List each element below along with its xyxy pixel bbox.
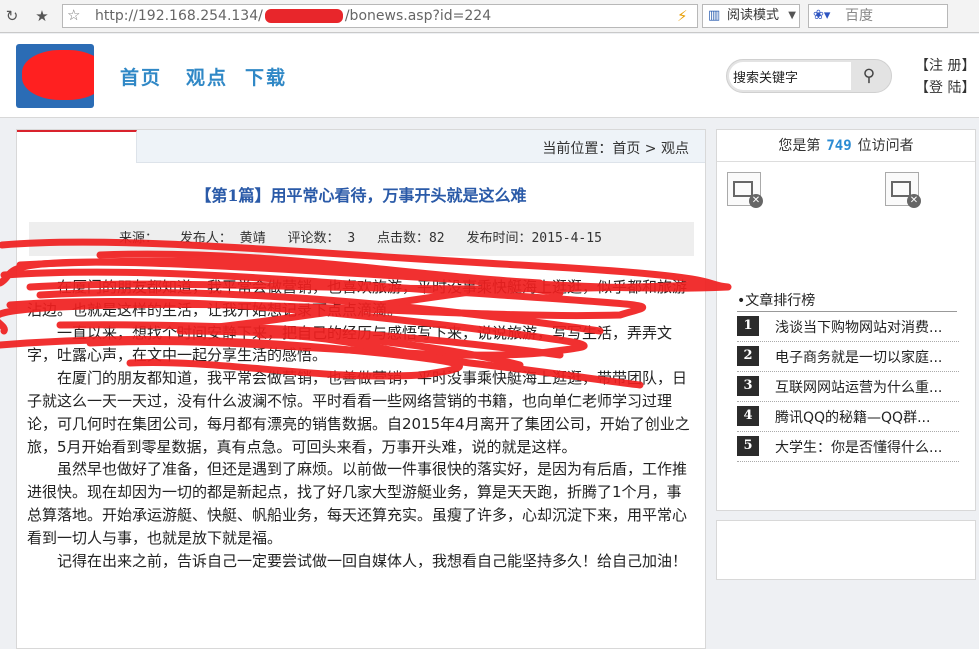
login-link[interactable]: 【登 陆】 [915,77,975,97]
meta-source: 来源： [119,231,159,246]
breadcrumb: 当前位置：首页 > 观点 [542,141,689,157]
rank-link[interactable]: 大学生：你是否懂得什么... [775,437,957,457]
site-logo[interactable] [16,44,94,108]
ranking-title: •文章排行榜 [737,293,816,309]
nav-download[interactable]: 下载 [245,63,287,90]
redaction-mark [22,50,94,100]
rank-number: 1 [737,316,759,336]
visitor-counter: 您是第 749 位访问者 [717,130,975,162]
browser-search-box[interactable]: ❀▾ 百度 [808,4,948,28]
broken-image-icon: ✕ [727,172,763,208]
address-bar[interactable]: ☆ http://192.168.254.134//bonews.asp?id=… [62,4,698,28]
rank-link[interactable]: 电子商务就是一切以家庭... [775,347,957,367]
ranking-item[interactable]: 4 腾讯QQ的秘籍—QQ群... [737,402,959,432]
register-link[interactable]: 【注 册】 [915,55,975,75]
article-meta: 来源： 发布人： 黄靖 评论数： 3 点击数：82 发布时间：2015-4-15 [29,222,694,256]
rank-link[interactable]: 互联网网站运营为什么重... [775,377,957,397]
url-text: http://192.168.254.134//bonews.asp?id=22… [95,8,492,24]
rank-link[interactable]: 腾讯QQ的秘籍—QQ群... [775,407,957,427]
broken-image-icon: ✕ [885,172,921,208]
browser-search-placeholder: 百度 [845,8,873,24]
article-topbar: 当前位置：首页 > 观点 [17,130,705,163]
article-paragraph: 虽然早也做好了准备，但还是遇到了麻烦。以前做一件事很快的落实好，是因为有后盾，工… [27,460,688,547]
article-panel: 当前位置：首页 > 观点 【第1篇】用平常心看待，万事开头就是这么难 来源： 发… [16,129,706,649]
site-search: ⚲ [726,59,892,93]
nav-home[interactable]: 首页 [120,63,162,90]
ranking-item[interactable]: 3 互联网网站运营为什么重... [737,372,959,402]
article-paragraph: 记得在出来之前，告诉自己一定要尝试做一回自媒体人，我想看自己能坚持多久！给自己加… [57,551,688,570]
favorite-star-icon[interactable]: ☆ [67,6,80,24]
reading-mode-button[interactable]: ▥ 阅读模式 ▼ [702,4,800,28]
rank-number: 4 [737,406,759,426]
article-paragraph: 在厦门的朋友都知道，我平常会做营销，也喜欢旅游，平时没事乘快艇海上逛逛，似乎都和… [27,278,688,319]
article-paragraph: 一直以来，想找个时间安静下来，把自己的经历与感悟写下来，说说旅游，写写生活，弄弄… [27,323,673,365]
browser-toolbar: ↻ ★ ☆ http://192.168.254.134//bonews.asp… [0,0,979,33]
meta-clicks: 点击数：82 [376,231,445,246]
rank-number: 2 [737,346,759,366]
meta-author: 发布人： 黄靖 [179,231,266,246]
visitor-suffix: 位访问者 [857,138,914,154]
search-icon[interactable]: ⚲ [857,65,881,87]
visitor-prefix: 您是第 [778,138,821,154]
redaction-mark [264,9,343,23]
sidebar-empty-box [716,520,976,580]
meta-comments: 评论数： 3 [287,231,356,246]
nav-opinion[interactable]: 观点 [186,63,228,90]
reload-icon[interactable]: ↻ [2,6,22,26]
article-paragraph: 在厦门的朋友都知道，我平常会做营销，也善做营销，平时没事乘快艇海上逛逛，带带团队… [27,369,690,456]
article-body: 在厦门的朋友都知道，我平常会做营销，也喜欢旅游，平时没事乘快艇海上逛逛，似乎都和… [27,276,695,572]
reading-mode-label: 阅读模式 [727,8,780,23]
chevron-down-icon[interactable]: ▼ [788,5,796,27]
active-tab [17,130,137,163]
rank-link[interactable]: 浅谈当下购物网站对消费... [775,317,957,337]
meta-date: 发布时间：2015-4-15 [466,231,602,246]
lightning-icon[interactable]: ⚡ [677,7,688,25]
book-icon: ▥ [708,8,721,23]
keyword-input[interactable] [729,62,851,90]
ranking-item[interactable]: 5 大学生：你是否懂得什么... [737,432,959,462]
visitor-count: 749 [826,138,852,154]
article-title: 【第1篇】用平常心看待，万事开头就是这么难 [195,186,527,205]
rank-number: 3 [737,376,759,396]
sidebar: 您是第 749 位访问者 ✕ ✕ •文章排行榜 1 浅谈当下购物网站对消费... 2电… [716,129,976,511]
bookmark-icon[interactable]: ★ [32,6,52,26]
rank-number: 5 [737,436,759,456]
site-header: 首页 观点 下载 ⚲ 【注 册】 【登 陆】 [0,34,979,118]
baidu-paw-icon: ❀▾ [813,8,831,23]
ranking-item[interactable]: 2 电子商务就是一切以家庭... [737,342,959,372]
ranking-item[interactable]: 1 浅谈当下购物网站对消费... [737,312,959,342]
